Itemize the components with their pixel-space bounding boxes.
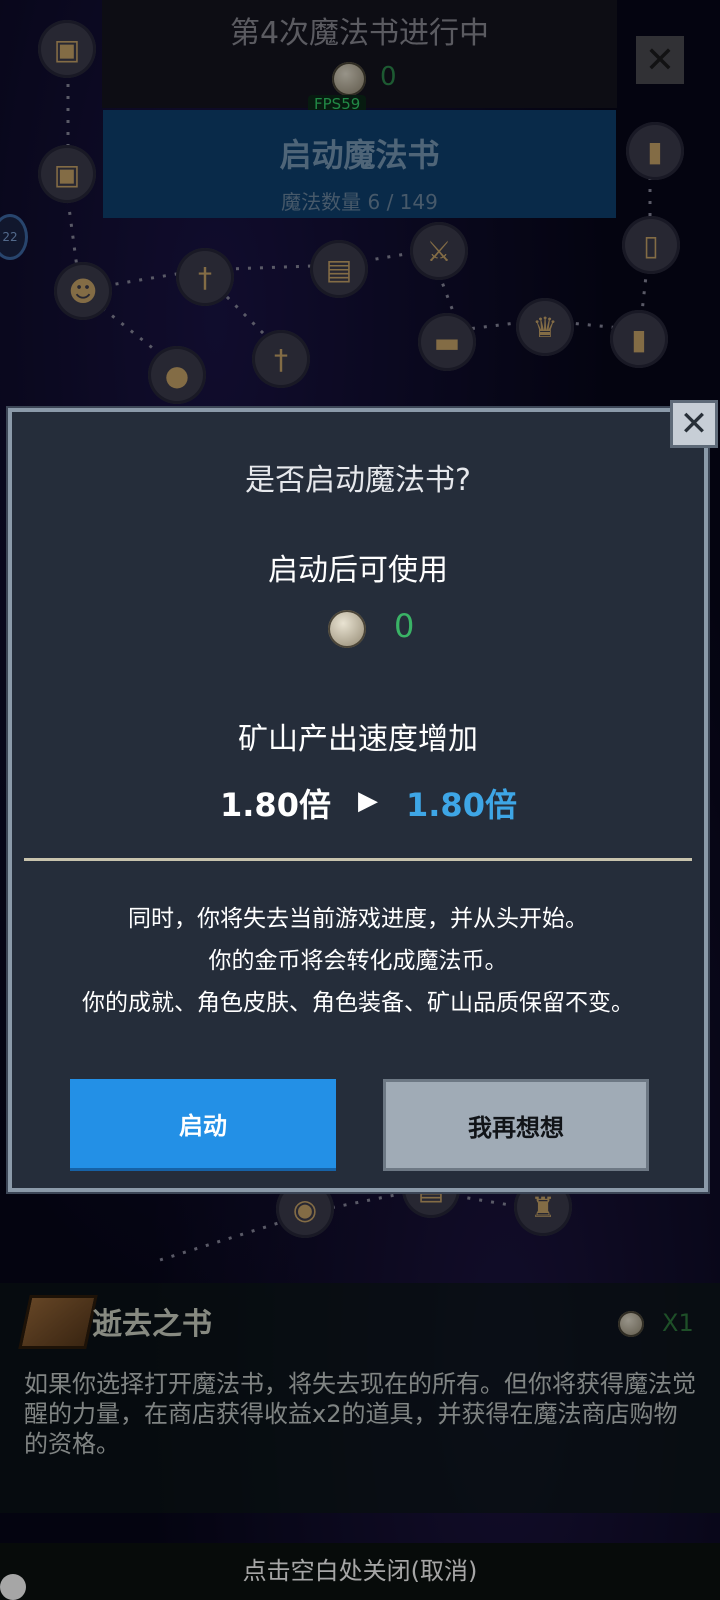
- usable-label: 启动后可使用: [268, 553, 448, 588]
- speed-new: 1.80倍: [406, 786, 517, 824]
- magic-coin-amount: 0: [394, 607, 415, 645]
- cancel-button-label: 我再想想: [468, 1113, 564, 1142]
- dialog-close-icon[interactable]: ✕: [670, 400, 718, 448]
- speed-current: 1.80倍: [220, 786, 331, 824]
- cancel-button[interactable]: 我再想想: [383, 1079, 649, 1171]
- description-line: 你的成就、角色皮肤、角色装备、矿山品质保留不变。: [82, 990, 634, 1016]
- mine-speed-label: 矿山产出速度增加: [238, 722, 478, 757]
- dialog-title: 是否启动魔法书?: [245, 463, 471, 498]
- confirm-button-label: 启动: [179, 1112, 227, 1140]
- description-line: 同时，你将失去当前游戏进度，并从头开始。: [128, 906, 588, 932]
- arrow-right-icon: ▶: [358, 786, 378, 816]
- confirm-dialog: 是否启动魔法书? 启动后可使用 0 矿山产出速度增加 1.80倍 ▶ 1.80倍…: [8, 408, 708, 1192]
- description-line: 你的金币将会转化成魔法币。: [208, 948, 508, 974]
- confirm-button[interactable]: 启动: [70, 1079, 336, 1171]
- divider: [24, 858, 692, 861]
- dialog-description: 同时，你将失去当前游戏进度，并从头开始。 你的金币将会转化成魔法币。 你的成就、…: [12, 898, 704, 1024]
- magic-coin-icon: [328, 610, 366, 648]
